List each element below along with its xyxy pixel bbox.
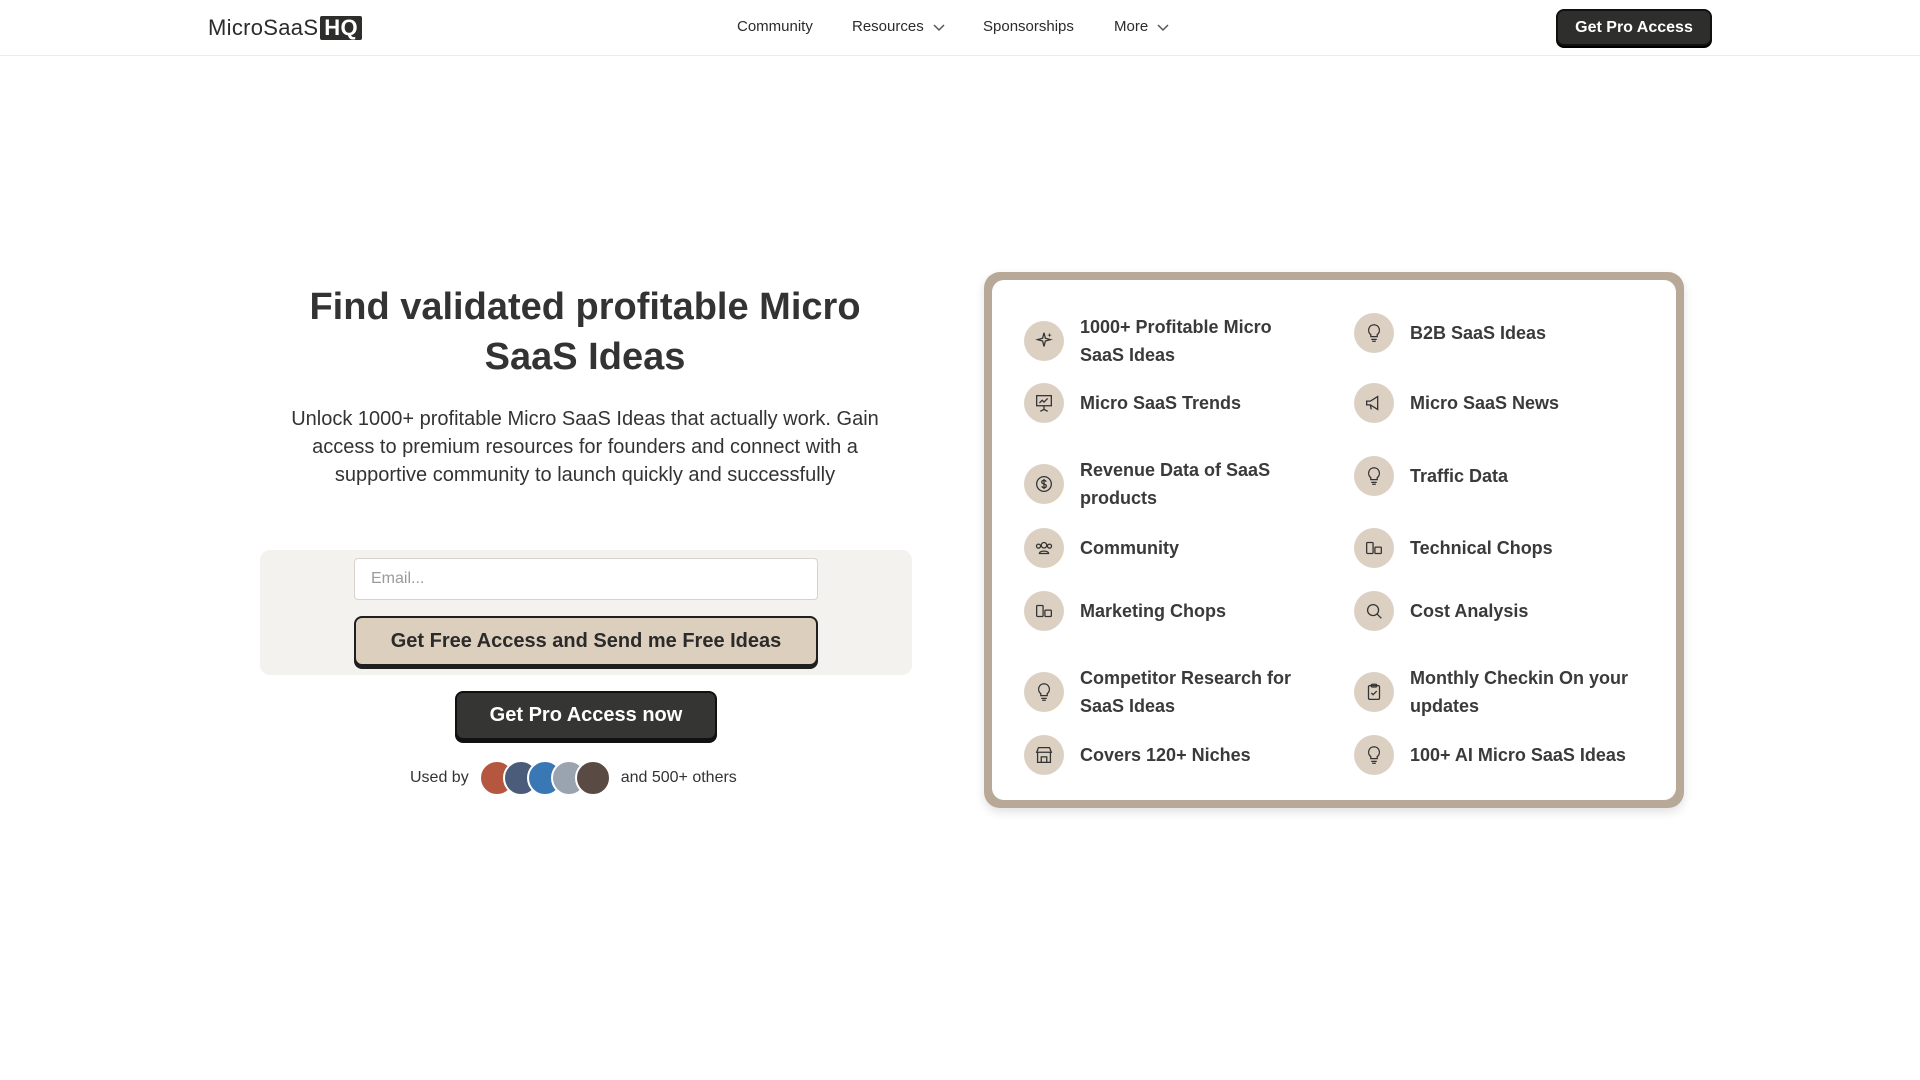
feature-item: Covers 120+ Niches <box>1024 735 1310 775</box>
feature-item: Revenue Data of SaaS products <box>1024 456 1310 512</box>
feature-label: Revenue Data of SaaS products <box>1080 460 1271 508</box>
lightbulb-icon <box>1024 672 1064 712</box>
feature-label: Community <box>1080 538 1179 558</box>
feature-item: Cost Analysis <box>1354 591 1640 631</box>
feature-item: Technical Chops <box>1354 528 1640 568</box>
feature-item: Traffic Data <box>1354 456 1640 496</box>
feature-item: Micro SaaS Trends <box>1024 383 1310 423</box>
feature-label: Cost Analysis <box>1410 601 1529 621</box>
get-pro-access-now-button[interactable]: Get Pro Access now <box>455 691 717 740</box>
get-free-access-button[interactable]: Get Free Access and Send me Free Ideas <box>354 616 818 666</box>
site-logo[interactable]: MicroSaaS HQ <box>208 14 362 42</box>
feature-item: Micro SaaS News <box>1354 383 1640 423</box>
feature-label: Micro SaaS Trends <box>1080 393 1242 413</box>
lightbulb-icon <box>1354 456 1394 496</box>
nav-resources[interactable]: Resources <box>852 18 946 35</box>
nav-resources-label: Resources <box>852 18 924 35</box>
lightbulb-icon <box>1354 313 1394 353</box>
feature-label: B2B SaaS Ideas <box>1410 323 1547 343</box>
sparkles-icon <box>1024 321 1064 361</box>
feature-label: Competitor Research for SaaS Ideas <box>1080 668 1292 716</box>
feature-item: 100+ AI Micro SaaS Ideas <box>1354 735 1640 775</box>
header-get-pro-button[interactable]: Get Pro Access <box>1556 9 1712 46</box>
used-by-suffix: and 500+ others <box>620 769 737 786</box>
social-proof: Used by and 500+ others <box>410 758 737 798</box>
logo-badge: HQ <box>320 16 362 40</box>
megaphone-icon <box>1354 383 1394 423</box>
email-input[interactable] <box>354 558 818 600</box>
feature-item: Competitor Research for SaaS Ideas <box>1024 664 1310 720</box>
feature-item: 1000+ Profitable Micro SaaS Ideas <box>1024 313 1310 369</box>
feature-item: Monthly Checkin On your updates <box>1354 664 1640 720</box>
hero-subtitle: Unlock 1000+ profitable Micro SaaS Ideas… <box>291 408 879 486</box>
store-icon <box>1024 735 1064 775</box>
search-icon <box>1354 591 1394 631</box>
feature-label: Technical Chops <box>1410 538 1553 558</box>
layout-icon <box>1024 591 1064 631</box>
feature-label: Traffic Data <box>1410 466 1509 486</box>
hero-title: Find validated profitable Micro SaaS Ide… <box>309 286 861 378</box>
feature-label: 1000+ Profitable Micro SaaS Ideas <box>1080 317 1272 365</box>
feature-label: Monthly Checkin On your updates <box>1410 668 1629 716</box>
nav-more[interactable]: More <box>1114 18 1170 35</box>
avatar <box>574 760 611 796</box>
feature-label: Micro SaaS News <box>1410 393 1560 413</box>
lightbulb-icon <box>1354 735 1394 775</box>
users-icon <box>1024 528 1064 568</box>
dollar-circle-icon <box>1024 464 1064 504</box>
chevron-down-icon <box>1157 23 1169 31</box>
avatar-stack <box>478 760 611 796</box>
logo-text: MicroSaaS <box>208 15 319 40</box>
feature-label: Marketing Chops <box>1080 601 1227 621</box>
feature-item: Marketing Chops <box>1024 591 1310 631</box>
chevron-down-icon <box>933 23 945 31</box>
nav-community-label: Community <box>737 18 813 35</box>
feature-label: Covers 120+ Niches <box>1080 745 1251 765</box>
feature-item: Community <box>1024 528 1310 568</box>
layout-icon <box>1354 528 1394 568</box>
feature-item: B2B SaaS Ideas <box>1354 313 1640 353</box>
used-by-prefix: Used by <box>410 769 469 786</box>
nav-sponsorships[interactable]: Sponsorships <box>983 18 1074 35</box>
feature-label: 100+ AI Micro SaaS Ideas <box>1410 745 1626 765</box>
clipboard-icon <box>1354 672 1394 712</box>
nav-sponsorships-label: Sponsorships <box>983 18 1074 35</box>
nav-more-label: More <box>1114 18 1149 35</box>
nav-community[interactable]: Community <box>737 18 813 35</box>
top-header: MicroSaaS HQ Community Resources Sponsors… <box>0 0 1920 56</box>
presentation-chart-icon <box>1024 383 1064 423</box>
